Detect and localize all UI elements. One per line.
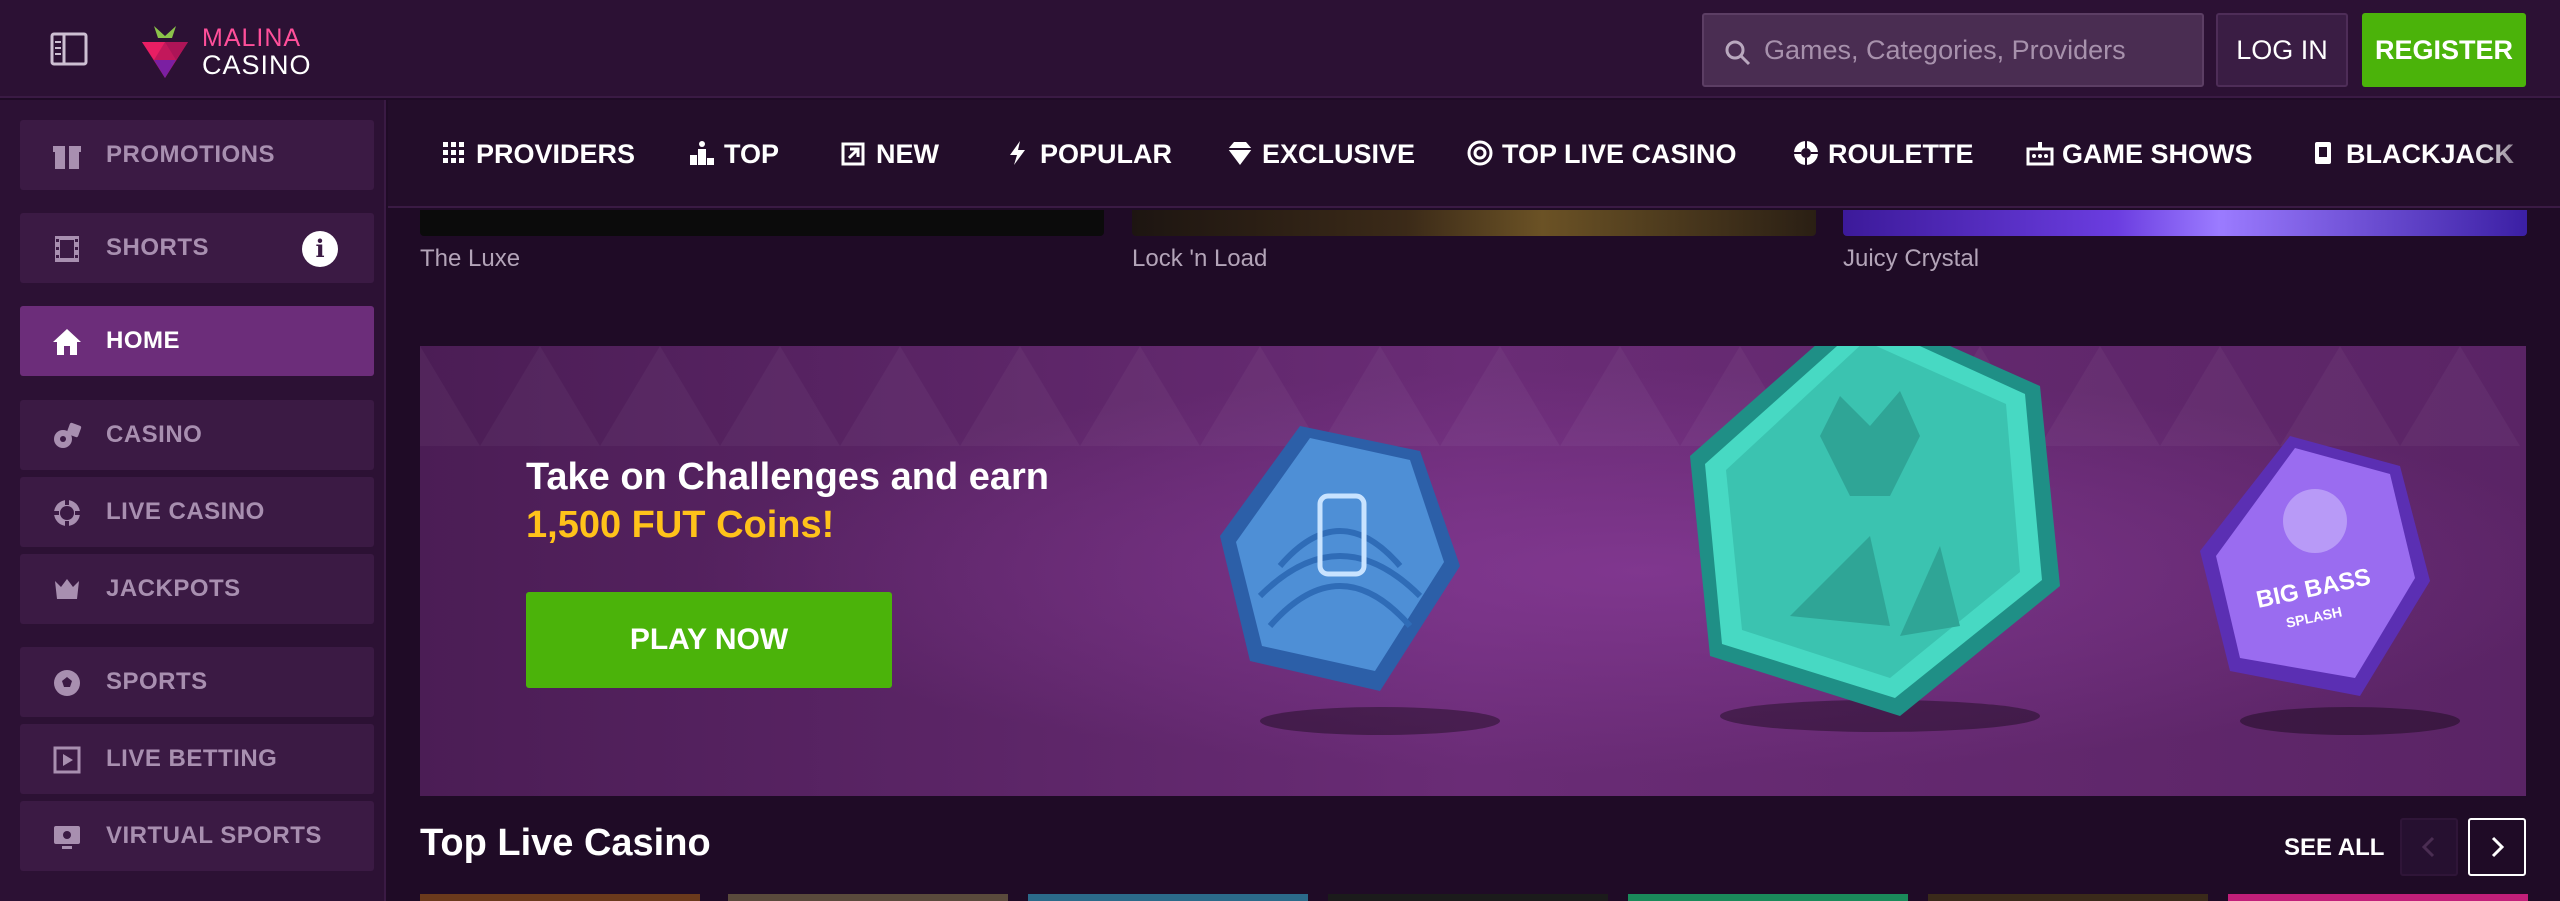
sidebar-item-label: VIRTUAL SPORTS bbox=[106, 822, 322, 849]
gift-icon bbox=[53, 146, 81, 169]
chevron-left-icon bbox=[2421, 836, 2435, 858]
chevron-right-icon bbox=[2491, 836, 2505, 858]
tab-roulette[interactable]: ROULETTE bbox=[1792, 100, 1974, 206]
search-input[interactable] bbox=[1764, 15, 2194, 85]
game-show-icon bbox=[2026, 141, 2054, 166]
info-icon[interactable]: i bbox=[302, 231, 338, 267]
chip-icon bbox=[53, 499, 81, 527]
tab-label: TOP LIVE CASINO bbox=[1502, 139, 1737, 169]
main-content: The Luxe Lock 'n Load Juicy Crystal BIG … bbox=[388, 210, 2560, 901]
home-icon bbox=[53, 329, 81, 355]
logo-text-top: MALINA bbox=[202, 24, 302, 52]
banner-highlight: 1,500 FUT Coins! bbox=[526, 504, 835, 546]
malina-casino-logo[interactable]: MALINA CASINO bbox=[136, 18, 316, 80]
top-bar: MALINA CASINO LOG IN REGISTER bbox=[0, 0, 2560, 98]
tab-popular[interactable]: POPULAR bbox=[1004, 100, 1173, 206]
tab-top[interactable]: TOP bbox=[688, 100, 780, 206]
podium-icon bbox=[690, 140, 714, 165]
search-icon bbox=[1725, 40, 1751, 66]
game-title[interactable]: Juicy Crystal bbox=[1843, 245, 1979, 273]
sidebar-item-label: LIVE CASINO bbox=[106, 498, 265, 525]
game-thumbnail[interactable] bbox=[1132, 210, 1816, 236]
tab-label: GAME SHOWS bbox=[2062, 139, 2253, 169]
sidebar-item-label: LIVE BETTING bbox=[106, 745, 278, 772]
sidebar-item-shorts[interactable]: SHORTS i bbox=[20, 213, 374, 283]
sidebar-item-label: HOME bbox=[106, 327, 180, 354]
monitor-icon bbox=[54, 826, 80, 849]
live-game-thumbnail[interactable] bbox=[728, 894, 1008, 901]
sidebar-toggle-icon[interactable] bbox=[48, 30, 92, 70]
sidebar-item-label: SPORTS bbox=[106, 668, 208, 695]
sidebar-item-label: JACKPOTS bbox=[106, 575, 241, 602]
roulette-icon bbox=[1794, 140, 1818, 165]
category-bar: PROVIDERS TOP NEW POPULAR EXCLUSIVE TOP … bbox=[388, 100, 2560, 208]
login-button[interactable]: LOG IN bbox=[2216, 13, 2348, 87]
sidebar-item-casino[interactable]: CASINO bbox=[20, 400, 374, 470]
tab-top-live-casino[interactable]: TOP LIVE CASINO bbox=[1466, 100, 1737, 206]
tab-label: EXCLUSIVE bbox=[1262, 139, 1416, 169]
game-title[interactable]: The Luxe bbox=[420, 245, 520, 273]
live-game-thumbnail[interactable] bbox=[1028, 894, 1308, 901]
live-game-thumbnail[interactable] bbox=[1928, 894, 2208, 901]
tab-label: POPULAR bbox=[1040, 139, 1173, 169]
film-icon bbox=[55, 236, 79, 262]
tab-label: ROULETTE bbox=[1828, 139, 1974, 169]
sidebar-item-promotions[interactable]: PROMOTIONS bbox=[20, 120, 374, 190]
live-game-thumbnail[interactable] bbox=[1628, 894, 1908, 901]
tab-game-shows[interactable]: GAME SHOWS bbox=[2026, 100, 2253, 206]
tab-label: NEW bbox=[876, 139, 939, 169]
game-thumbnail[interactable] bbox=[1843, 210, 2527, 236]
carousel-next-button[interactable] bbox=[2468, 818, 2526, 876]
soccer-ball-icon bbox=[54, 670, 80, 696]
see-all-link[interactable]: SEE ALL bbox=[2284, 834, 2384, 862]
sidebar: PROMOTIONS SHORTS i HOME CASINO LIVE CAS… bbox=[0, 100, 386, 901]
section-title: Top Live Casino bbox=[420, 822, 711, 864]
logo-text-bottom: CASINO bbox=[202, 50, 312, 80]
sidebar-item-live-betting[interactable]: LIVE BETTING bbox=[20, 724, 374, 794]
sidebar-item-virtual-sports[interactable]: VIRTUAL SPORTS bbox=[20, 801, 374, 871]
sidebar-item-label: SHORTS bbox=[106, 234, 210, 261]
search-box[interactable] bbox=[1702, 13, 2204, 87]
live-game-thumbnail[interactable] bbox=[1328, 894, 1608, 901]
sidebar-item-live-casino[interactable]: LIVE CASINO bbox=[20, 477, 374, 547]
live-betting-icon bbox=[53, 746, 81, 774]
game-thumbnail[interactable] bbox=[420, 210, 1104, 236]
grid-icon bbox=[443, 141, 464, 163]
tab-exclusive[interactable]: EXCLUSIVE bbox=[1226, 100, 1416, 206]
register-button[interactable]: REGISTER bbox=[2362, 13, 2526, 87]
game-title[interactable]: Lock 'n Load bbox=[1132, 245, 1267, 273]
live-game-thumbnail[interactable] bbox=[2228, 894, 2528, 901]
tab-label: PROVIDERS bbox=[476, 139, 636, 169]
diamond-icon bbox=[1228, 141, 1252, 165]
new-icon bbox=[841, 142, 865, 166]
raspberry-logo-icon bbox=[142, 26, 188, 78]
dice-icon bbox=[54, 422, 82, 448]
play-now-button[interactable]: PLAY NOW bbox=[526, 592, 892, 688]
tab-providers[interactable]: PROVIDERS bbox=[440, 100, 636, 206]
chip-icon bbox=[1467, 140, 1493, 166]
scroll-fade bbox=[2470, 100, 2560, 206]
tab-new[interactable]: NEW bbox=[840, 100, 939, 206]
sidebar-item-sports[interactable]: SPORTS bbox=[20, 647, 374, 717]
sidebar-item-jackpots[interactable]: JACKPOTS bbox=[20, 554, 374, 624]
banner-background: BIG BASS SPLASH bbox=[420, 346, 2526, 796]
banner-headline: Take on Challenges and earn bbox=[526, 456, 1050, 498]
crown-icon bbox=[55, 579, 79, 599]
cards-icon bbox=[2315, 141, 2331, 164]
sidebar-item-home[interactable]: HOME bbox=[20, 306, 374, 376]
lightning-icon bbox=[1010, 140, 1025, 165]
live-game-thumbnail[interactable] bbox=[420, 894, 700, 901]
carousel-prev-button[interactable] bbox=[2400, 818, 2458, 876]
promo-banner[interactable]: BIG BASS SPLASH Take on Challenges and e… bbox=[420, 346, 2526, 796]
sidebar-item-label: CASINO bbox=[106, 421, 203, 448]
sidebar-item-label: PROMOTIONS bbox=[106, 141, 276, 168]
tab-label: TOP bbox=[724, 139, 780, 169]
